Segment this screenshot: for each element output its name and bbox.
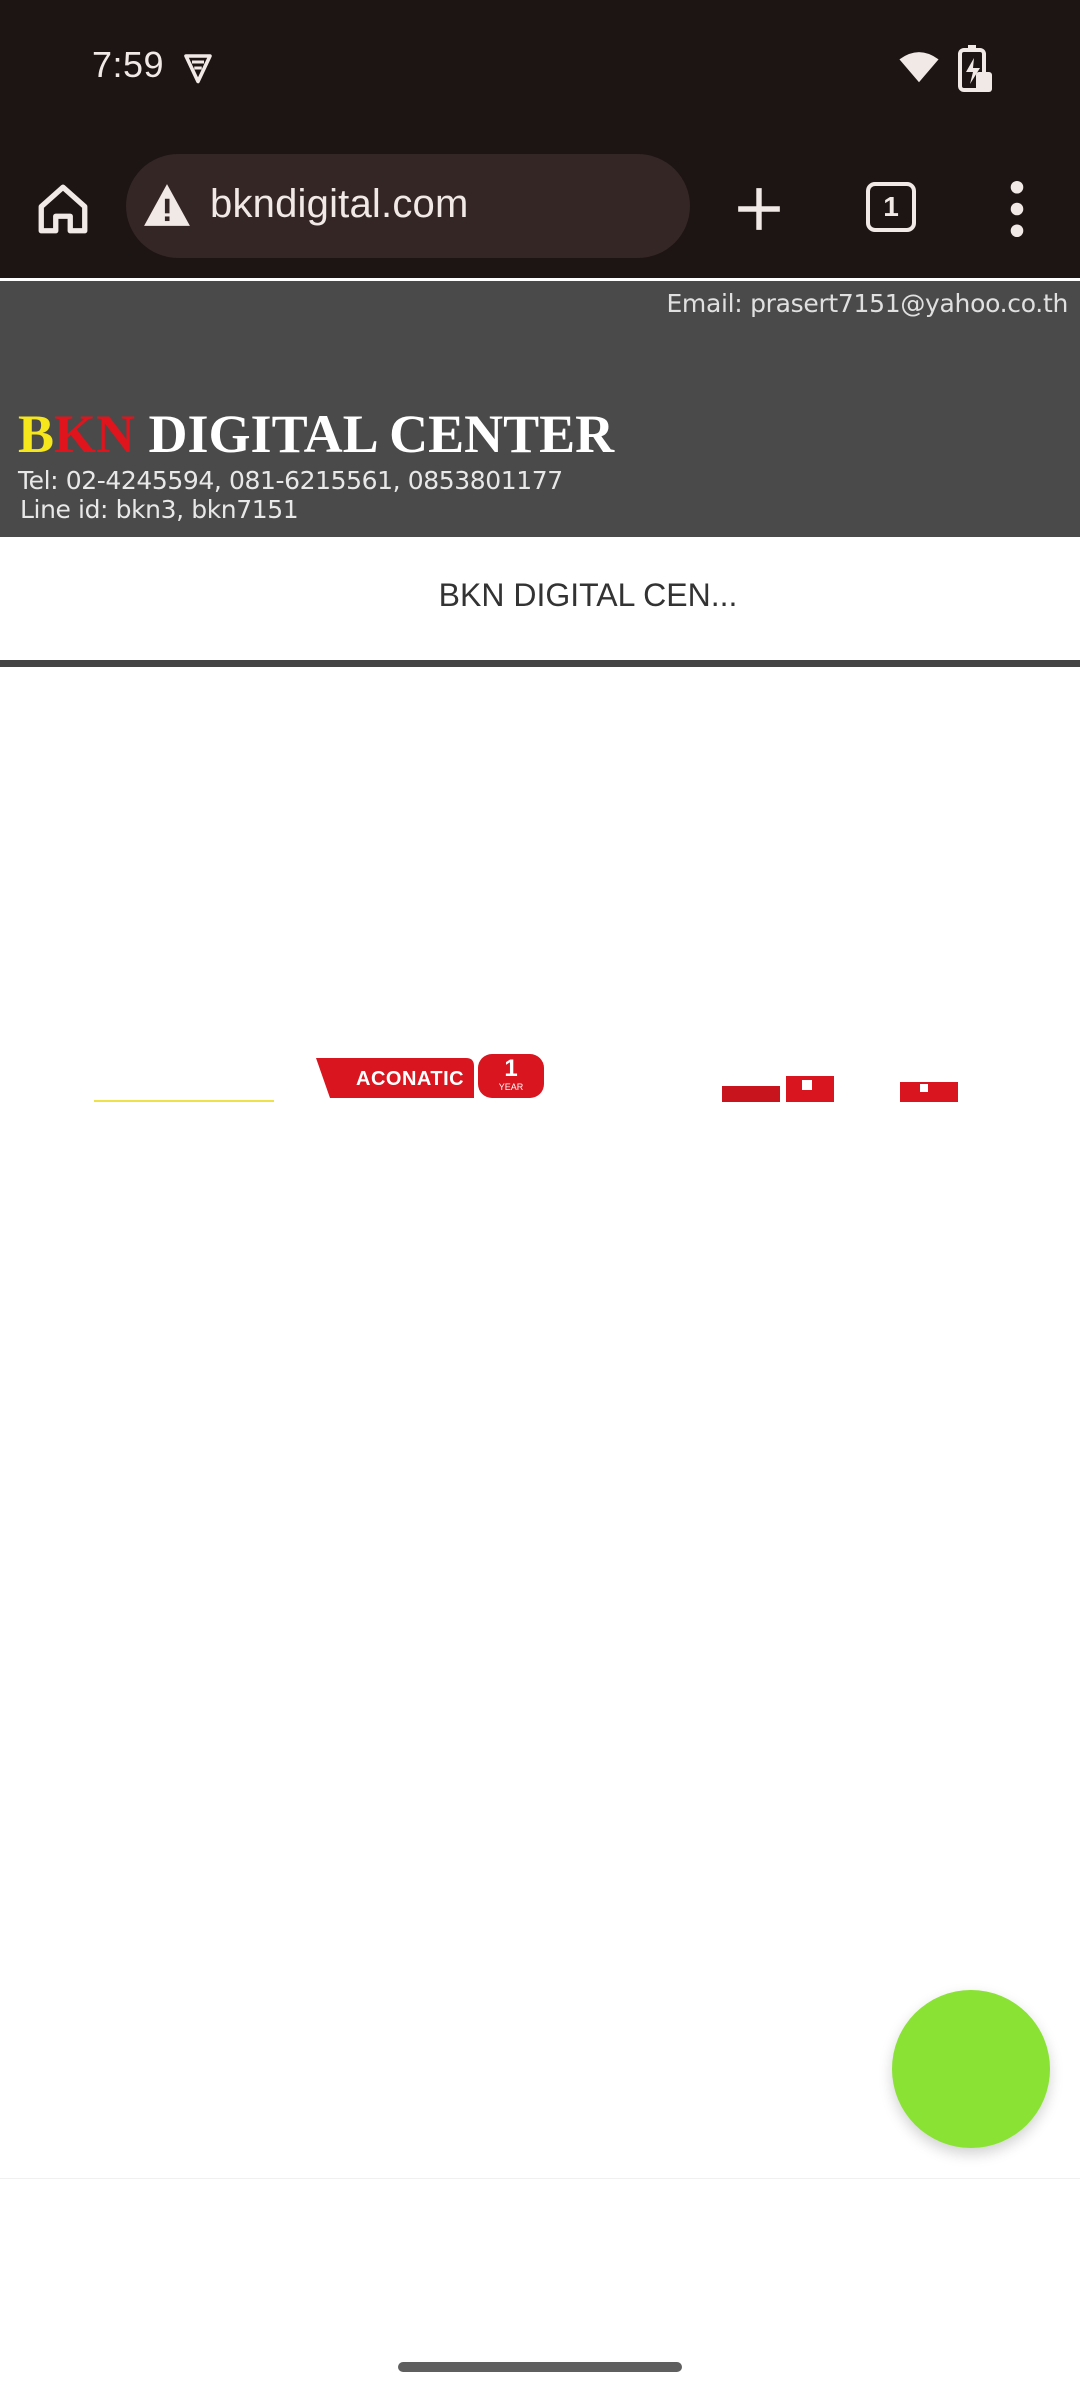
vpn-shield-icon	[184, 54, 212, 84]
contact-phones: Tel: 02-4245594, 081-6215561, 0853801177	[18, 466, 563, 495]
banner-yellow-line	[94, 1100, 274, 1102]
page-content: ACONATIC 1 YEAR	[0, 674, 1080, 2178]
warning-icon[interactable]	[142, 182, 192, 228]
home-icon[interactable]	[34, 180, 92, 238]
brand-rest: DIGITAL CENTER	[135, 404, 615, 464]
menu-icon[interactable]	[1000, 180, 1034, 238]
site-nav-bar[interactable]: BKN DIGITAL CEN...	[0, 537, 1080, 667]
tab-count: 1	[883, 191, 899, 222]
brand-letter-k: K	[54, 404, 97, 464]
nav-title[interactable]: BKN DIGITAL CEN...	[0, 577, 1080, 614]
floating-chat-button[interactable]	[892, 1990, 1050, 2148]
wifi-icon	[899, 52, 939, 83]
warranty-word: YEAR	[498, 1082, 524, 1092]
brand-letter-b: B	[18, 404, 55, 464]
warranty-years: 1	[504, 1055, 518, 1082]
site-header: Email: prasert7151@yahoo.co.th BKN DIGIT…	[0, 281, 1080, 537]
product-boxes-image	[722, 1076, 958, 1102]
tab-switcher-button[interactable]: 1	[866, 182, 916, 232]
plus-icon[interactable]	[734, 184, 784, 234]
promo-banner-slice[interactable]: ACONATIC 1 YEAR	[0, 1054, 1080, 1102]
warranty-badge: 1 YEAR	[478, 1054, 544, 1098]
gesture-nav-bar[interactable]	[398, 2362, 682, 2372]
battery-charging-icon	[958, 45, 992, 92]
address-bar[interactable]: bkndigital.com	[126, 154, 690, 258]
site-brand-title[interactable]: BKN DIGITAL CENTER	[18, 403, 614, 465]
url-text[interactable]: bkndigital.com	[210, 182, 468, 227]
browser-toolbar: bkndigital.com 1	[0, 140, 1080, 421]
aconatic-logo: ACONATIC 1 YEAR	[316, 1054, 544, 1102]
contact-line-id: Line id: bkn3, bkn7151	[20, 495, 299, 524]
contact-email[interactable]: Email: prasert7151@yahoo.co.th	[666, 289, 1068, 318]
status-time: 7:59	[92, 44, 165, 85]
status-bar: 7:59	[0, 0, 1080, 140]
aconatic-logo-text: ACONATIC	[356, 1068, 465, 1090]
brand-letter-n: N	[96, 404, 136, 464]
